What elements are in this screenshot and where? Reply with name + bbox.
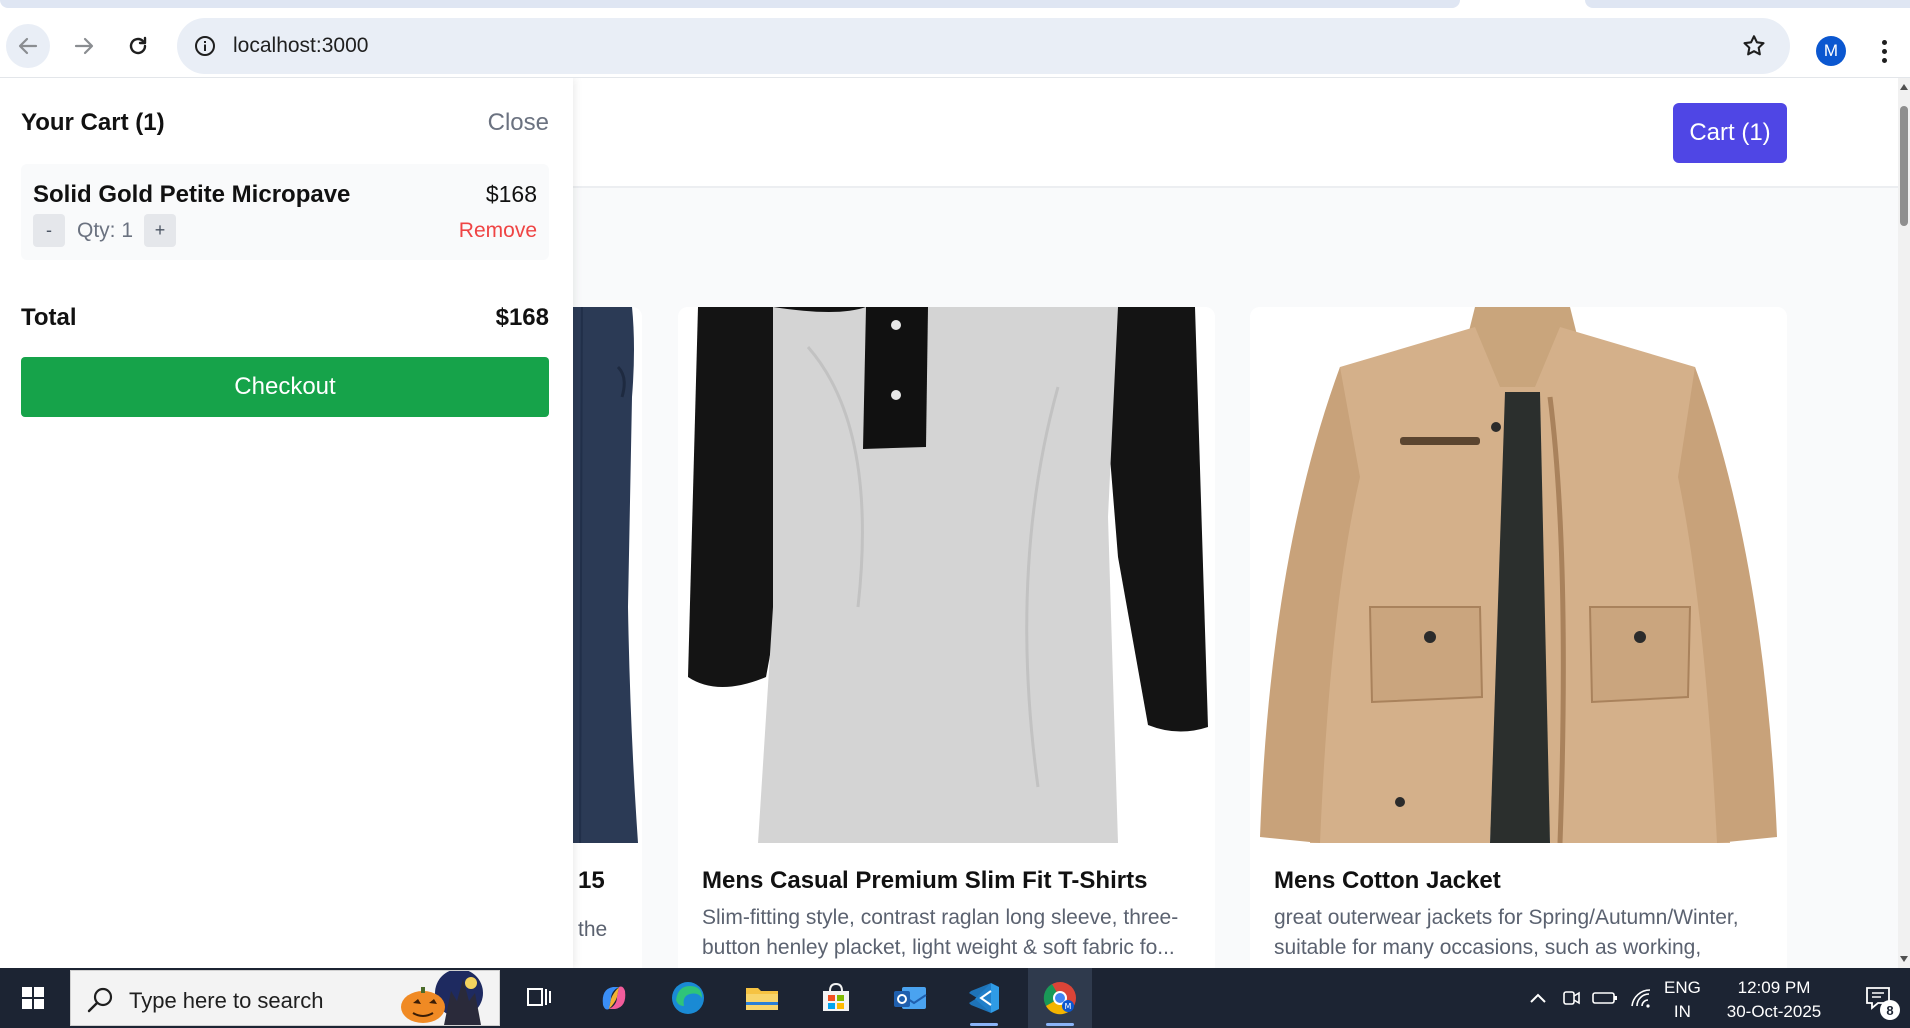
close-cart-button[interactable]: Close: [488, 109, 549, 137]
jacket-image-icon: [1260, 307, 1777, 843]
address-bar[interactable]: localhost:3000: [177, 18, 1790, 74]
battery-button[interactable]: [1588, 968, 1622, 1028]
product-description: the: [578, 918, 608, 941]
search-icon: [87, 987, 113, 1013]
scroll-up-icon[interactable]: [1900, 84, 1908, 90]
site-info-icon[interactable]: [191, 32, 219, 60]
cart-item-price: $168: [485, 181, 537, 207]
tshirt-image-icon: [688, 307, 1208, 843]
notification-center-button[interactable]: 8: [1848, 968, 1908, 1028]
meet-now-icon: [1563, 991, 1580, 1005]
cart-title: Your Cart (1): [21, 109, 165, 136]
system-clock[interactable]: 12:09 PM 30-Oct-2025: [1714, 976, 1834, 1024]
clock-time: 12:09 PM: [1737, 978, 1811, 997]
meet-now-button[interactable]: [1556, 968, 1586, 1028]
vscode-button[interactable]: [952, 968, 1016, 1028]
product-card[interactable]: Mens Casual Premium Slim Fit T-Shirts Sl…: [678, 307, 1215, 968]
clock-date: 30-Oct-2025: [1726, 1002, 1822, 1021]
bookmark-star-icon[interactable]: [1738, 30, 1770, 62]
product-title[interactable]: Mens Cotton Jacket: [1274, 867, 1501, 895]
start-button[interactable]: [0, 968, 66, 1028]
cart-drawer: Your Cart (1) Close Solid Gold Petite Mi…: [0, 78, 573, 968]
tab-strip: [0, 0, 1910, 8]
browser-tab-active[interactable]: [0, 0, 1460, 8]
reload-icon: [129, 36, 147, 55]
browser-tab[interactable]: [1585, 0, 1910, 8]
product-title[interactable]: 15: [578, 867, 605, 895]
network-button[interactable]: [1624, 968, 1660, 1028]
total-label: Total: [21, 304, 77, 331]
checkout-button[interactable]: Checkout: [21, 357, 549, 417]
more-options-icon[interactable]: [1872, 34, 1896, 68]
file-explorer-icon: [746, 988, 778, 1010]
battery-icon: [1592, 992, 1617, 1004]
decrease-quantity-button[interactable]: -: [33, 214, 65, 247]
product-image[interactable]: [1250, 307, 1787, 843]
search-placeholder[interactable]: Type here to search: [129, 988, 323, 1014]
profile-avatar[interactable]: M: [1816, 36, 1846, 66]
scrollbar-thumb[interactable]: [1900, 106, 1908, 226]
microsoft-store-button[interactable]: [804, 968, 868, 1028]
copilot-icon: [602, 986, 626, 1010]
product-image[interactable]: [678, 307, 1215, 843]
task-view-button[interactable]: [508, 968, 572, 1028]
edge-icon: [672, 982, 704, 1014]
svg-text:M: M: [1065, 1002, 1072, 1011]
copilot-button[interactable]: [582, 968, 646, 1028]
browser-toolbar: localhost:3000 M: [0, 8, 1910, 78]
quantity-text: Qty: 1: [77, 219, 134, 242]
language-code: ENG: [1664, 978, 1701, 997]
cart-button[interactable]: Cart (1): [1673, 103, 1787, 163]
task-view-icon: [527, 988, 551, 1006]
cart-item: Solid Gold Petite Micropave $168 - Qty: …: [21, 164, 549, 260]
region-code: IN: [1673, 1002, 1691, 1021]
increase-quantity-button[interactable]: +: [144, 214, 176, 247]
windows-taskbar: Type here to search M ENG IN 12:09 PM 30…: [0, 968, 1910, 1028]
arrow-right-icon: [74, 37, 94, 55]
outlook-button[interactable]: [878, 968, 942, 1028]
halloween-search-highlight-icon[interactable]: [389, 971, 499, 1025]
cart-item-name: Solid Gold Petite Micropave: [33, 181, 351, 208]
chevron-up-icon: [1530, 993, 1546, 1003]
product-title[interactable]: Mens Casual Premium Slim Fit T-Shirts: [702, 867, 1147, 895]
product-card[interactable]: Mens Cotton Jacket great outerwear jacke…: [1250, 307, 1787, 968]
remove-item-button[interactable]: Remove: [459, 219, 537, 243]
reload-button[interactable]: [116, 24, 160, 68]
microsoft-store-icon: [823, 982, 849, 1011]
windows-logo-icon: [22, 987, 44, 1009]
vscode-icon: [969, 983, 999, 1013]
edge-button[interactable]: [656, 968, 720, 1028]
url-text[interactable]: localhost:3000: [233, 34, 368, 58]
arrow-left-icon: [18, 37, 38, 55]
back-button[interactable]: [6, 24, 50, 68]
wifi-icon: [1631, 989, 1651, 1008]
notification-count-badge: 8: [1880, 1000, 1900, 1020]
forward-button[interactable]: [62, 24, 106, 68]
page-viewport: Cart (1) 15 the Mens Casual Premium Slim…: [0, 78, 1910, 968]
scroll-down-icon[interactable]: [1900, 956, 1908, 962]
show-hidden-icons-button[interactable]: [1520, 968, 1556, 1028]
outlook-icon: [894, 987, 927, 1009]
chrome-icon: M: [1043, 982, 1076, 1015]
product-description: Slim-fitting style, contrast raglan long…: [702, 906, 1179, 959]
page-scrollbar[interactable]: [1898, 78, 1910, 968]
input-language-indicator[interactable]: ENG IN: [1664, 976, 1701, 1024]
file-explorer-button[interactable]: [730, 968, 794, 1028]
total-value: $168: [495, 304, 549, 331]
taskbar-search-box[interactable]: Type here to search: [70, 970, 500, 1026]
product-description: great outerwear jackets for Spring/Autum…: [1274, 906, 1739, 968]
chrome-button[interactable]: M: [1028, 968, 1092, 1028]
